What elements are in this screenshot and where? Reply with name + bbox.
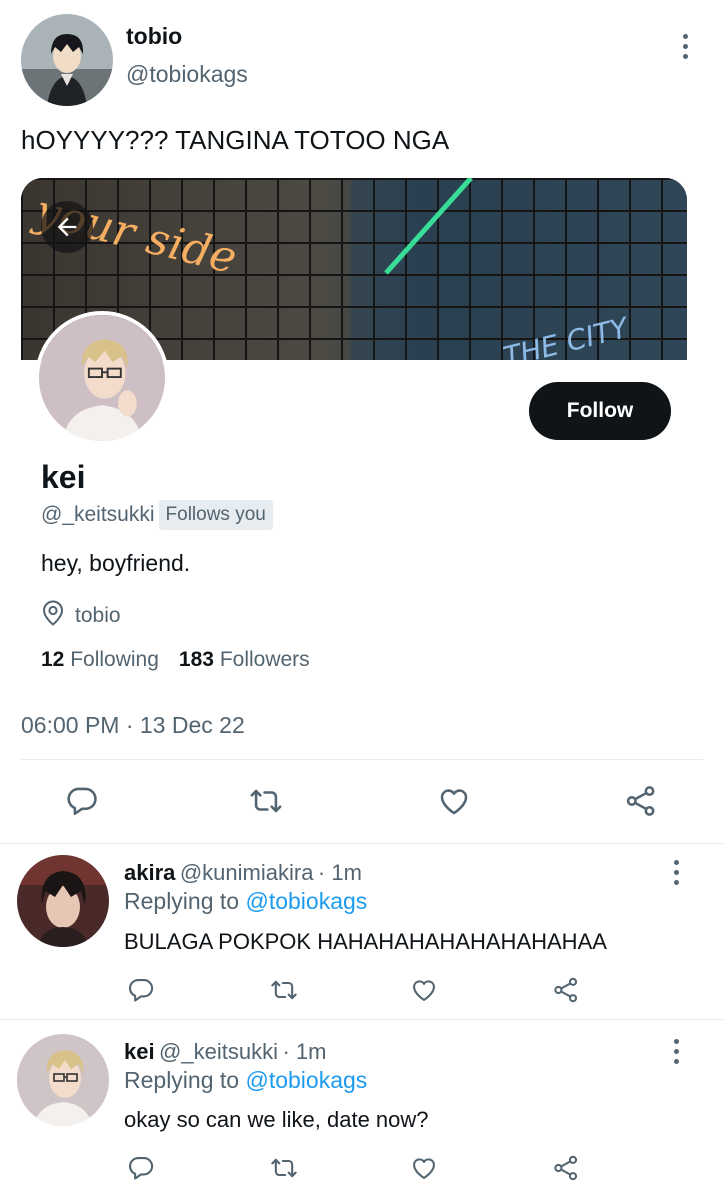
share-icon[interactable] [621, 782, 661, 820]
following-count: 12 [41, 648, 65, 671]
profile-bio: hey, boyfriend. [41, 550, 191, 576]
reply-header: kei @_keitsukki · 1m [124, 1039, 326, 1065]
followers-count: 183 [178, 648, 214, 671]
retweet-icon[interactable] [267, 974, 301, 1006]
back-arrow-icon[interactable] [41, 201, 93, 253]
following-stat[interactable]: 12 Following [41, 648, 159, 672]
author-name[interactable]: tobio [126, 23, 182, 50]
replying-mention[interactable]: @tobiokags [245, 888, 367, 914]
following-label: Following [70, 648, 159, 671]
replying-to: Replying to @tobiokags [124, 888, 367, 915]
like-icon[interactable] [407, 1152, 441, 1184]
reply-time: · 1m [282, 1039, 327, 1064]
replying-prefix: Replying to [124, 1067, 240, 1093]
reply-author-handle[interactable]: @_keitsukki [159, 1039, 278, 1064]
replying-to: Replying to @tobiokags [124, 1067, 367, 1094]
location-row: tobio [41, 600, 121, 631]
profile-stats: 12 Following 183 Followers [41, 648, 310, 672]
follow-button[interactable]: Follow [529, 382, 671, 440]
more-icon[interactable] [674, 860, 680, 885]
profile-handle-row: @_keitsukki Follows you [41, 500, 273, 530]
replying-mention[interactable]: @tobiokags [245, 1067, 367, 1093]
reply-time: · 1m [317, 860, 362, 885]
reply-text: okay so can we like, date now? [124, 1107, 429, 1132]
reply-header: akira @kunimiakira · 1m [124, 860, 362, 886]
location-text: tobio [75, 603, 121, 627]
retweet-icon[interactable] [246, 782, 286, 820]
reply-avatar[interactable] [17, 1034, 109, 1126]
replying-prefix: Replying to [124, 888, 240, 914]
reply-icon[interactable] [124, 974, 158, 1006]
more-icon[interactable] [674, 1039, 680, 1064]
reply-avatar[interactable] [17, 855, 109, 947]
divider [0, 1019, 724, 1020]
like-icon[interactable] [407, 974, 441, 1006]
more-icon[interactable] [683, 34, 689, 59]
followers-stat[interactable]: 183 Followers [179, 648, 310, 672]
tweet-timestamp[interactable]: 06:00 PM · 13 Dec 22 [21, 712, 245, 739]
reply-author-name[interactable]: akira [124, 860, 175, 885]
follows-you-badge: Follows you [158, 500, 273, 530]
reply-author-name[interactable]: kei [124, 1039, 155, 1064]
tweet-text: hOYYYY??? TANGINA TOTOO NGA [21, 125, 450, 155]
share-icon[interactable] [549, 974, 583, 1006]
location-icon [41, 600, 65, 631]
author-avatar[interactable] [21, 14, 113, 106]
followers-label: Followers [219, 648, 310, 671]
reply-icon[interactable] [62, 782, 102, 820]
retweet-icon[interactable] [267, 1152, 301, 1184]
share-icon[interactable] [549, 1152, 583, 1184]
reply-icon[interactable] [124, 1152, 158, 1184]
author-handle[interactable]: @tobiokags [126, 61, 248, 88]
divider [21, 759, 703, 760]
divider [0, 843, 724, 844]
profile-avatar[interactable] [35, 311, 169, 445]
reply-text: BULAGA POKPOK HAHAHAHAHAHAHAHAHAA [124, 929, 607, 954]
profile-name: kei [41, 459, 86, 495]
reply-author-handle[interactable]: @kunimiakira [180, 860, 314, 885]
like-icon[interactable] [434, 782, 474, 820]
profile-handle: @_keitsukki [41, 503, 155, 526]
